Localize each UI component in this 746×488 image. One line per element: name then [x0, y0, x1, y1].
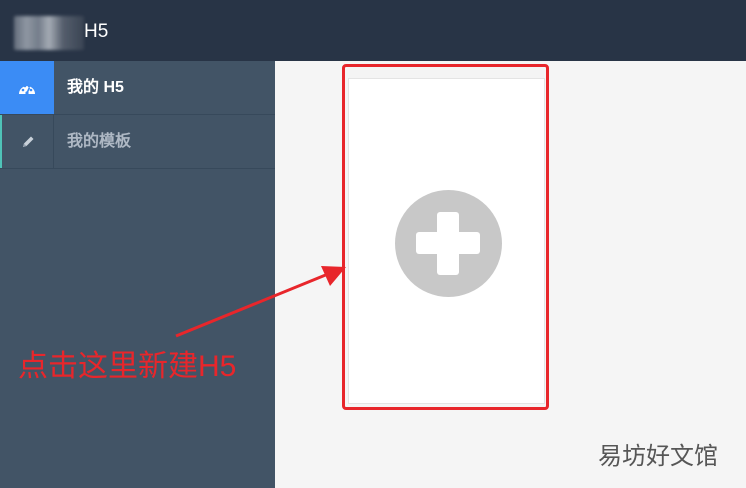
pencil-icon: [22, 136, 33, 147]
sidebar: 我的 H5 我的模板: [0, 61, 275, 488]
sidebar-item-label: 我的 H5: [67, 79, 124, 96]
annotation-text: 点击这里新建H5: [18, 350, 237, 383]
watermark: 易坊好文馆: [598, 443, 718, 470]
highlight-box: [342, 64, 549, 410]
sidebar-item-icon-cell: [0, 115, 54, 168]
sidebar-item-my-templates[interactable]: 我的模板: [0, 115, 275, 169]
sidebar-item-my-h5[interactable]: 我的 H5: [0, 61, 275, 115]
logo: [14, 16, 84, 50]
top-bar: H5: [0, 0, 746, 61]
sidebar-item-label: 我的模板: [67, 133, 132, 150]
sidebar-item-icon-cell: [0, 61, 54, 114]
dashboard-icon: [19, 84, 35, 95]
app-title: H5: [84, 21, 109, 42]
